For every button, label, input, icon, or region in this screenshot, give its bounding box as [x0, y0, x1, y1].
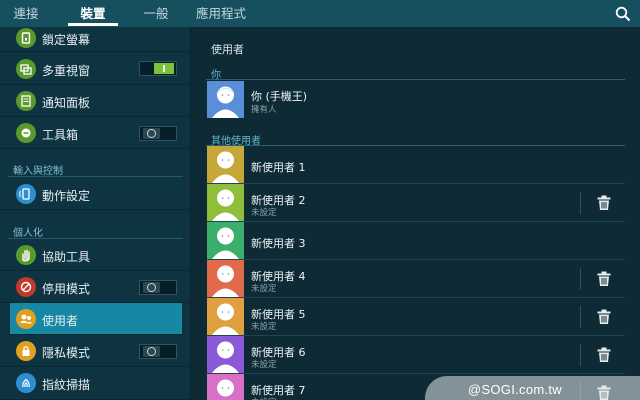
watermark-text: @SOGI.com.tw — [467, 382, 562, 397]
delete-user-icon[interactable] — [597, 347, 611, 363]
tab-connections[interactable]: 連接 — [0, 0, 52, 27]
row-divider — [580, 344, 581, 366]
users-icon — [16, 309, 36, 329]
tab-label: 連接 — [13, 6, 39, 21]
top-tab-bar: 連接 裝置 一般 應用程式 — [0, 0, 640, 27]
tab-general[interactable]: 一般 — [132, 0, 180, 27]
accessibility-hand-icon — [16, 245, 36, 265]
owner-row[interactable]: 你 (手機王) 擁有人 — [206, 80, 625, 120]
sidebar-item-fingerprint[interactable]: 指紋掃描 — [0, 368, 190, 400]
row-divider — [580, 306, 581, 328]
tab-applications[interactable]: 應用程式 — [188, 0, 254, 27]
user-status: 未設定 — [251, 322, 277, 332]
search-icon[interactable] — [615, 6, 631, 22]
sidebar-item-blocking-mode[interactable]: 停用模式 — [0, 272, 190, 303]
section-divider — [8, 176, 183, 177]
tab-label: 裝置 — [80, 6, 106, 21]
private-mode-icon — [16, 341, 36, 361]
sidebar-item-label: 通知面板 — [42, 96, 91, 110]
sidebar-item-label: 指紋掃描 — [42, 378, 91, 392]
user-avatar — [207, 260, 244, 297]
settings-sidebar: 鎖定螢幕 多重視窗 通知面板 工具箱 輸入與控制 動作設定 個人化 協助工具 停… — [0, 27, 191, 400]
user-name: 新使用者 3 — [251, 237, 306, 250]
user-row[interactable]: 新使用者 2 未設定 — [206, 184, 625, 222]
private-mode-toggle[interactable] — [139, 344, 177, 359]
user-avatar — [207, 298, 244, 335]
sidebar-item-private-mode[interactable]: 隱私模式 — [0, 336, 190, 367]
user-avatar — [207, 336, 244, 373]
user-row[interactable]: 新使用者 3 — [206, 222, 625, 260]
user-status: 未設定 — [251, 284, 277, 294]
toggle-knob — [143, 128, 160, 139]
user-avatar — [207, 146, 244, 183]
page-title: 使用者 — [211, 43, 244, 56]
sidebar-item-label: 多重視窗 — [42, 64, 91, 78]
lock-screen-icon — [16, 28, 36, 48]
sidebar-item-multi-window[interactable]: 多重視窗 — [0, 53, 190, 85]
multi-window-icon — [16, 59, 36, 79]
user-status: 未設定 — [251, 396, 277, 400]
delete-user-icon[interactable] — [597, 309, 611, 325]
section-divider — [8, 238, 183, 239]
blocking-mode-icon — [16, 277, 36, 297]
user-role: 擁有人 — [251, 105, 277, 115]
blocking-mode-toggle[interactable] — [139, 280, 177, 295]
active-tab-indicator — [68, 23, 118, 26]
sidebar-item-toolbox[interactable]: 工具箱 — [0, 118, 190, 149]
user-avatar — [207, 374, 244, 400]
toolbox-icon — [16, 123, 36, 143]
section-header-personal: 個人化 — [13, 228, 43, 239]
toggle-knob — [143, 346, 160, 357]
tab-device[interactable]: 裝置 — [64, 0, 122, 27]
sidebar-item-label: 鎖定螢幕 — [42, 33, 91, 47]
user-name: 你 (手機王) — [251, 90, 308, 103]
sidebar-item-label: 使用者 — [42, 314, 79, 328]
owner-avatar — [207, 81, 244, 118]
fingerprint-icon — [16, 373, 36, 393]
user-row[interactable]: 新使用者 5 未設定 — [206, 298, 625, 336]
toggle-knob — [143, 282, 160, 293]
sidebar-item-label: 隱私模式 — [42, 346, 91, 360]
tab-label: 應用程式 — [195, 6, 246, 21]
sidebar-item-users[interactable]: 使用者 — [10, 303, 182, 335]
delete-user-icon[interactable] — [597, 271, 611, 287]
delete-user-icon[interactable] — [597, 195, 611, 211]
row-divider — [580, 192, 581, 214]
toggle-knob — [154, 63, 174, 74]
sidebar-item-label: 停用模式 — [42, 282, 91, 296]
sidebar-item-lock-screen[interactable]: 鎖定螢幕 — [0, 27, 190, 52]
row-divider — [580, 268, 581, 290]
user-status: 未設定 — [251, 360, 277, 370]
users-panel: 使用者 你 你 (手機王) 擁有人 其他使用者 新使用者 1 新使用者 2 未設定新… — [192, 27, 640, 400]
user-avatar — [207, 184, 244, 221]
sidebar-item-motion[interactable]: 動作設定 — [0, 179, 190, 210]
multi-window-toggle[interactable] — [139, 61, 177, 76]
toolbox-toggle[interactable] — [139, 126, 177, 141]
sidebar-item-accessibility[interactable]: 協助工具 — [0, 240, 190, 271]
user-row[interactable]: 新使用者 1 — [206, 146, 625, 184]
sidebar-item-notification-panel[interactable]: 通知面板 — [0, 86, 190, 117]
motion-icon — [16, 184, 36, 204]
sidebar-item-label: 工具箱 — [42, 128, 79, 142]
user-row[interactable]: 新使用者 4 未設定 — [206, 260, 625, 298]
notification-panel-icon — [16, 91, 36, 111]
sidebar-item-label: 協助工具 — [42, 250, 91, 264]
tab-label: 一般 — [143, 6, 169, 21]
user-row[interactable]: 新使用者 6 未設定 — [206, 336, 625, 374]
sidebar-item-label: 動作設定 — [42, 189, 91, 203]
user-status: 未設定 — [251, 208, 277, 218]
section-header-input-control: 輸入與控制 — [13, 166, 63, 177]
user-name: 新使用者 1 — [251, 161, 306, 174]
user-avatar — [207, 222, 244, 259]
